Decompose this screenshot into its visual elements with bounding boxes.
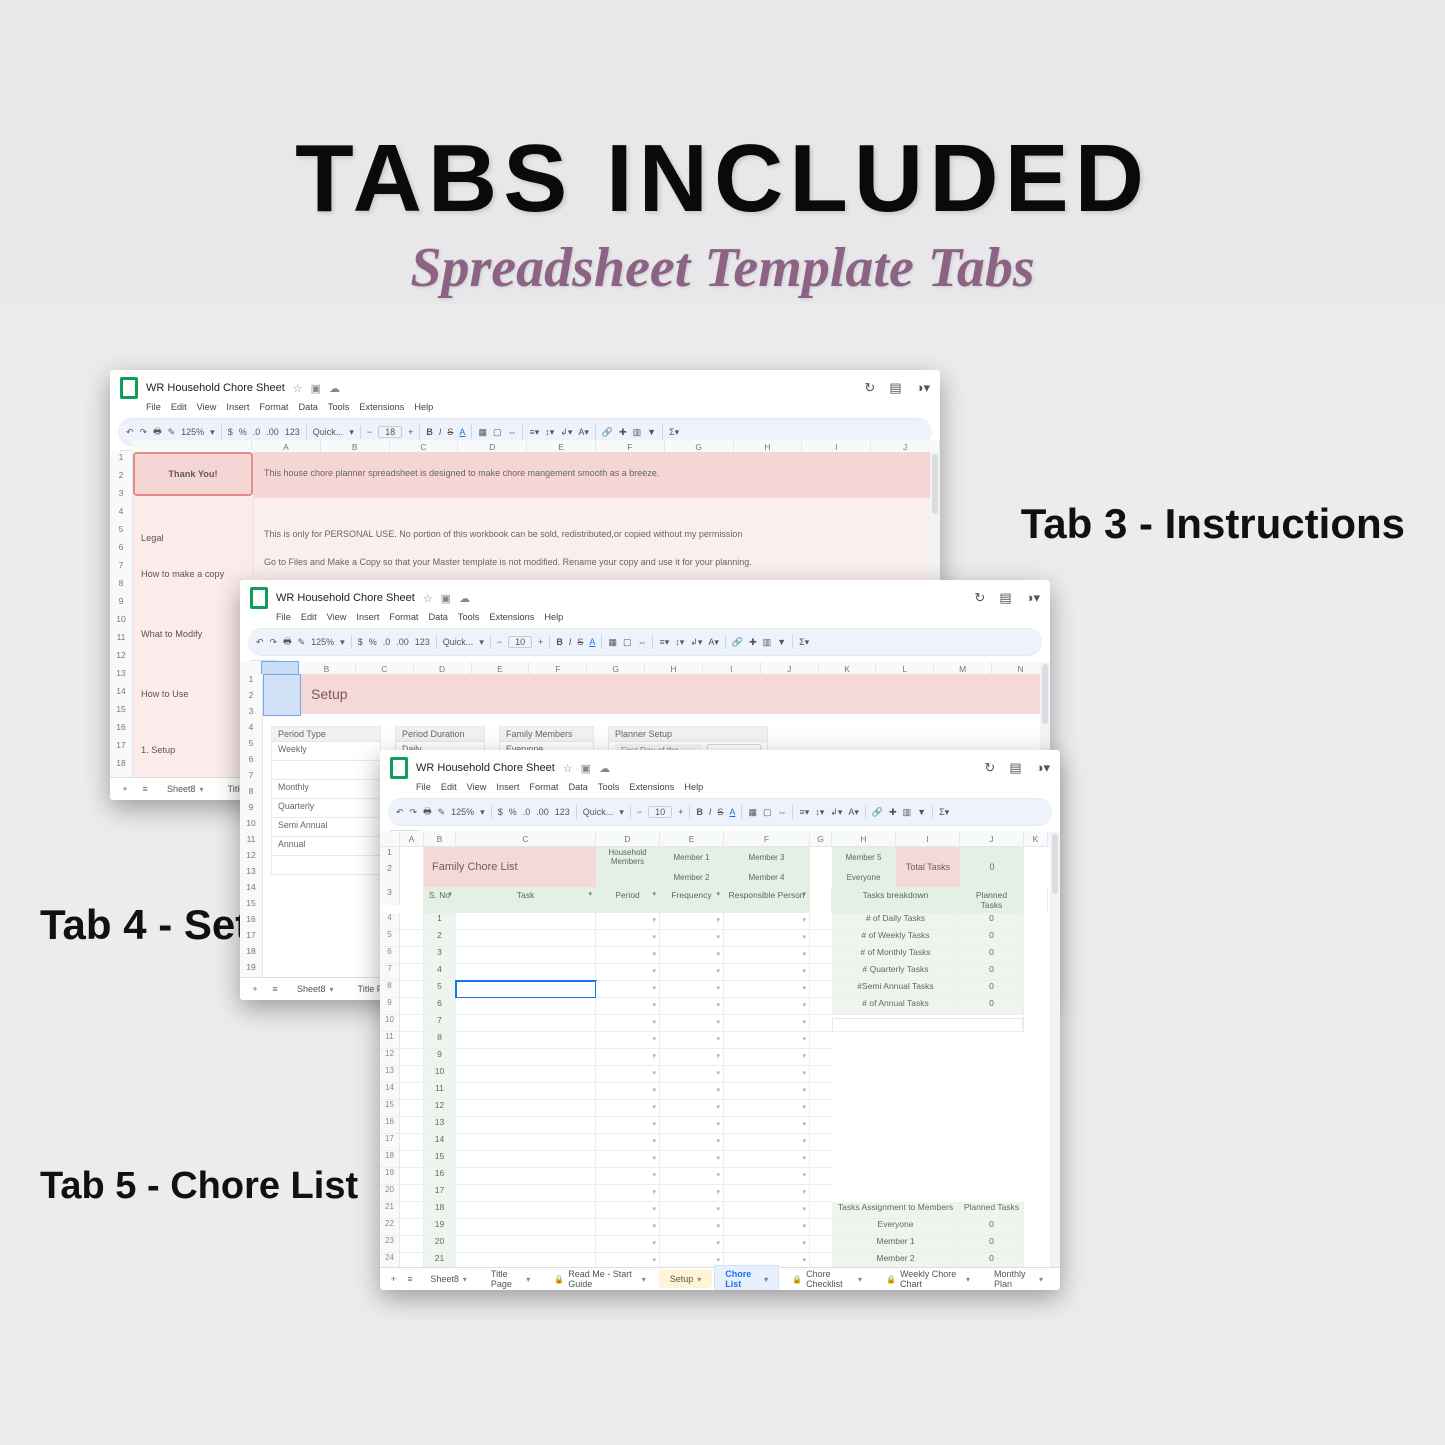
- star-icon[interactable]: ☆: [293, 382, 303, 395]
- label-tab-5: Tab 5 - Chore List: [40, 1165, 358, 1208]
- sheets-icon: [120, 377, 138, 399]
- screenshot-chore-list: WR Household Chore Sheet ☆▣☁ ↻▤◑▾ FileEd…: [380, 750, 1060, 1290]
- merge-icon[interactable]: ⇔: [507, 427, 516, 437]
- table-row: 1916▾▾▾: [380, 1168, 1060, 1185]
- undo-icon[interactable]: ↶: [126, 427, 134, 438]
- add-sheet-icon[interactable]: +: [116, 784, 134, 794]
- table-row: 107▾▾▾Tasks Breakdown: [380, 1015, 1060, 1032]
- table-row: 52▾▾▾# of Weekly Tasks0: [380, 930, 1060, 947]
- fill-icon[interactable]: ▦: [478, 427, 487, 438]
- table-row: 2320▾▾▾Member 10: [380, 1236, 1060, 1253]
- table-row: 2219▾▾▾Everyone0: [380, 1219, 1060, 1236]
- paint-icon[interactable]: ✎: [168, 427, 176, 438]
- page-subtitle: Spreadsheet Template Tabs: [0, 236, 1445, 300]
- table-row: 2017▾▾▾: [380, 1185, 1060, 1202]
- history-icon[interactable]: ↻: [864, 380, 875, 396]
- filter-icon[interactable]: ▾: [448, 890, 452, 898]
- redo-icon[interactable]: ↷: [140, 427, 148, 438]
- table-row: 1613▾▾▾: [380, 1117, 1060, 1134]
- sheets-icon: [250, 587, 268, 609]
- comments-icon[interactable]: ▤: [889, 380, 901, 396]
- table-row: 85▾▾▾#Semi Annual Tasks0: [380, 981, 1060, 998]
- menu-bar[interactable]: FileEditView InsertFormatData ToolsExten…: [110, 400, 940, 416]
- setup-title: Setup: [301, 674, 1050, 714]
- all-sheets-icon[interactable]: ≡: [136, 784, 154, 794]
- share-icon[interactable]: ◑▾: [916, 380, 930, 396]
- table-row: 1411▾▾▾: [380, 1083, 1060, 1100]
- tab-chore-list-active[interactable]: Chore List▾: [714, 1265, 779, 1290]
- doc-title[interactable]: WR Household Chore Sheet: [146, 382, 285, 394]
- move-icon[interactable]: ▣: [311, 382, 321, 395]
- column-a-selected[interactable]: [262, 662, 298, 674]
- link-icon[interactable]: 🔗: [602, 427, 613, 438]
- print-icon[interactable]: 🖶: [153, 424, 162, 440]
- sheets-icon: [390, 757, 408, 779]
- table-row: 96▾▾▾# of Annual Tasks0: [380, 998, 1060, 1015]
- table-row: 74▾▾▾# Quarterly Tasks0: [380, 964, 1060, 981]
- chart-icon[interactable]: ▥: [633, 427, 642, 438]
- table-row: 118▾▾▾: [380, 1032, 1060, 1049]
- label-tab-3: Tab 3 - Instructions: [1021, 500, 1405, 548]
- cloud-icon[interactable]: ☁: [329, 382, 340, 395]
- filter-icon[interactable]: ▼: [647, 427, 656, 437]
- tab-sheet8[interactable]: Sheet8▾: [156, 780, 215, 798]
- table-row: 1714▾▾▾: [380, 1134, 1060, 1151]
- thank-you-header: Thank You!: [135, 454, 251, 494]
- table-row: 1512▾▾▾: [380, 1100, 1060, 1117]
- table-row: 41▾▾▾# of Daily Tasks0: [380, 913, 1060, 930]
- comment-icon[interactable]: ✚: [619, 427, 627, 438]
- table-row: 1310▾▾▾: [380, 1066, 1060, 1083]
- table-row: 129▾▾▾: [380, 1049, 1060, 1066]
- lock-icon: 🔒: [554, 1275, 564, 1284]
- borders-icon[interactable]: ▢: [493, 427, 502, 438]
- table-row: 2118▾▾▾Tasks Assignment to MembersPlanne…: [380, 1202, 1060, 1219]
- table-row: 63▾▾▾# of Monthly Tasks0: [380, 947, 1060, 964]
- page-title: TABS INCLUDED: [0, 124, 1445, 234]
- table-row: 1815▾▾▾: [380, 1151, 1060, 1168]
